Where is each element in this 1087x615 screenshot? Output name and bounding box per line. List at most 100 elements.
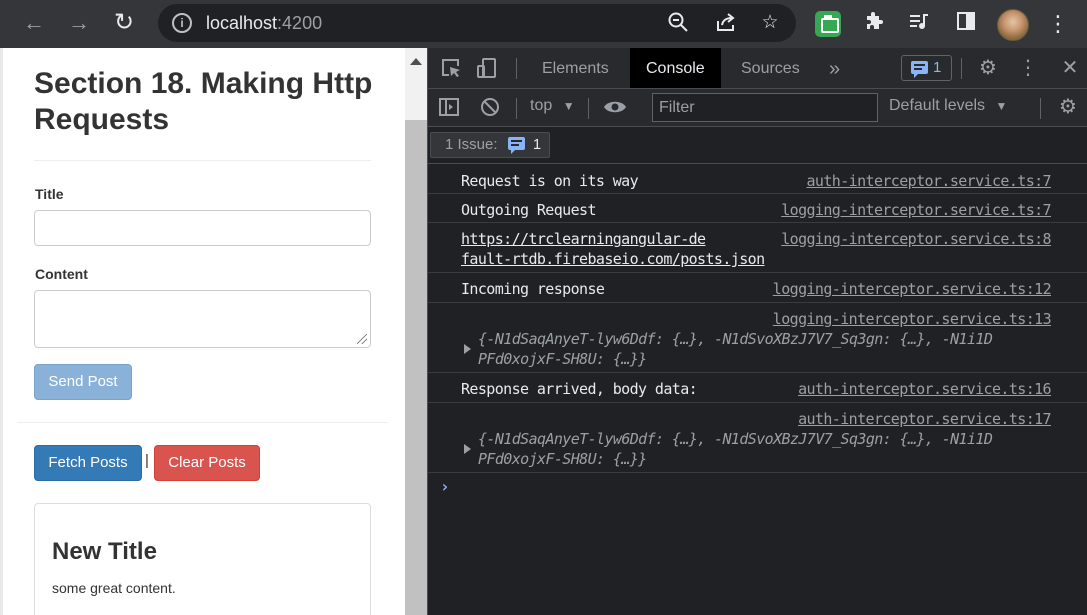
console-settings-gear-icon[interactable]: ⚙ <box>1056 95 1080 119</box>
divider <box>17 422 388 423</box>
issues-counter-button[interactable]: 1 <box>901 55 952 81</box>
live-expression-eye-icon[interactable] <box>601 96 629 120</box>
console-source-link[interactable]: logging-interceptor.service.ts:12 <box>773 279 1052 299</box>
console-prompt[interactable]: › <box>440 477 450 496</box>
reload-button[interactable]: ↻ <box>108 8 140 38</box>
context-value: top <box>530 97 553 114</box>
info-icon[interactable]: i <box>172 13 192 33</box>
close-devtools-icon[interactable]: ✕ <box>1058 56 1082 80</box>
page-title: Section 18. Making Http Requests <box>34 67 373 136</box>
issues-chip-count: 1 <box>532 136 542 153</box>
post-content: some great content. <box>52 580 176 596</box>
console-message: logging-interceptor.service.ts:13 {-N1dS… <box>428 303 1087 373</box>
console-object-preview[interactable]: {-N1dSaqAnyeT-lyw6Ddf: {…}, -N1dSvoXBzJ7… <box>478 329 993 349</box>
content-label: Content <box>35 266 88 282</box>
inspect-element-icon[interactable] <box>439 57 463 81</box>
share-icon[interactable] <box>714 11 738 35</box>
console-message: Outgoing Request logging-interceptor.ser… <box>428 194 1087 223</box>
arrow-right-icon: → <box>68 10 90 35</box>
console-url-link[interactable]: fault-rtdb.firebaseio.com/posts.json <box>461 249 765 269</box>
web-page: Section 18. Making Http Requests Title C… <box>0 48 405 615</box>
console-message: Incoming response logging-interceptor.se… <box>428 273 1087 303</box>
send-post-button[interactable]: Send Post <box>34 364 132 400</box>
url-text[interactable]: localhost:4200 <box>206 13 322 34</box>
page-edge <box>0 48 3 615</box>
kebab-menu-icon[interactable]: ⋮ <box>1044 10 1072 38</box>
settings-gear-icon[interactable]: ⚙ <box>976 56 1000 80</box>
console-url-link[interactable]: https://trclearningangular-de <box>461 229 706 249</box>
console-object-preview[interactable]: PFd0xojxF-SH8U: {…}} <box>478 449 647 469</box>
side-panel-icon[interactable] <box>952 10 980 38</box>
print-extension-icon[interactable] <box>815 11 841 37</box>
reload-icon: ↻ <box>113 9 135 36</box>
expand-caret-icon[interactable] <box>464 444 471 454</box>
puzzle-icon[interactable] <box>860 10 888 38</box>
console-object-preview[interactable]: {-N1dSaqAnyeT-lyw6Ddf: {…}, -N1dSvoXBzJ7… <box>478 429 993 449</box>
device-toolbar-icon[interactable] <box>475 57 499 81</box>
console-message: Response arrived, body data: auth-interc… <box>428 373 1087 403</box>
resize-grip-icon[interactable] <box>357 334 367 344</box>
console-message-text: Incoming response <box>461 280 605 298</box>
toolbar-separator <box>1040 98 1041 119</box>
log-levels-dropdown[interactable]: Default levels ▼ <box>889 97 1007 115</box>
fetch-posts-button[interactable]: Fetch Posts <box>34 445 142 481</box>
message-icon <box>507 137 525 154</box>
issues-count: 1 <box>933 59 942 76</box>
console-filter-input[interactable]: Filter <box>652 93 878 122</box>
clear-posts-button[interactable]: Clear Posts <box>154 445 260 481</box>
content-textarea[interactable] <box>34 290 371 348</box>
url-port: :4200 <box>277 13 323 33</box>
console-message-text: Outgoing Request <box>461 201 597 219</box>
issues-bar: 1 Issue: 1 <box>428 127 1087 164</box>
console-source-link[interactable]: logging-interceptor.service.ts:13 <box>773 309 1052 329</box>
console-message-text: Request is on its way <box>461 172 639 190</box>
clear-console-icon[interactable] <box>478 96 502 120</box>
url-host: localhost <box>206 13 278 33</box>
issues-link[interactable]: 1 Issue: 1 <box>430 132 550 158</box>
message-icon <box>911 61 928 78</box>
divider <box>34 160 371 161</box>
back-button[interactable]: ← <box>18 8 50 38</box>
console-message-text: Response arrived, body data: <box>461 380 698 398</box>
tab-console[interactable]: Console <box>630 48 721 88</box>
tabbar-separator <box>961 58 962 79</box>
tab-elements[interactable]: Elements <box>526 48 625 88</box>
console-message: Request is on its way auth-interceptor.s… <box>428 165 1087 194</box>
dropdown-arrow-icon: ▼ <box>562 99 575 113</box>
title-input[interactable] <box>34 210 371 246</box>
console-toolbar: top ▼ Filter Default levels ▼ ⚙ <box>428 89 1087 127</box>
title-label: Title <box>35 186 64 202</box>
console-source-link[interactable]: auth-interceptor.service.ts:17 <box>798 409 1052 429</box>
zoom-out-icon[interactable] <box>666 11 690 35</box>
scrollbar-thumb[interactable] <box>405 120 427 615</box>
tab-sources[interactable]: Sources <box>725 48 816 88</box>
browser-toolbar: ← → ↻ i localhost:4200 ☆ ⋮ <box>0 0 1087 48</box>
console-source-link[interactable]: auth-interceptor.service.ts:7 <box>807 171 1052 191</box>
more-tabs-button[interactable]: » <box>813 48 856 88</box>
show-sidebar-icon[interactable] <box>437 96 461 120</box>
console-source-link[interactable]: logging-interceptor.service.ts:8 <box>781 229 1051 249</box>
context-selector[interactable]: top ▼ <box>530 97 575 115</box>
toolbar-separator <box>588 98 589 119</box>
log-levels-label: Default levels <box>889 97 986 114</box>
address-bar[interactable]: i localhost:4200 ☆ <box>158 4 796 42</box>
dropdown-arrow-icon: ▼ <box>995 99 1008 113</box>
console-output: Request is on its way auth-interceptor.s… <box>428 165 1087 615</box>
forward-button[interactable]: → <box>63 8 95 38</box>
more-options-icon[interactable]: ⋮ <box>1016 56 1040 80</box>
devtools-panel: Elements Console Sources » 1 ⚙ ⋮ ✕ top ▼… <box>427 48 1087 615</box>
expand-caret-icon[interactable] <box>464 344 471 354</box>
star-icon[interactable]: ☆ <box>758 11 782 35</box>
tabbar-separator <box>516 58 517 79</box>
console-object-preview[interactable]: PFd0xojxF-SH8U: {…}} <box>478 349 647 369</box>
console-source-link[interactable]: logging-interceptor.service.ts:7 <box>781 200 1051 220</box>
page-scrollbar[interactable] <box>405 48 427 615</box>
devtools-tabbar: Elements Console Sources » 1 ⚙ ⋮ ✕ <box>428 48 1087 89</box>
toolbar-separator <box>516 98 517 119</box>
scroll-up-arrow-icon[interactable] <box>410 58 422 65</box>
console-source-link[interactable]: auth-interceptor.service.ts:16 <box>798 379 1052 399</box>
media-queue-icon[interactable] <box>905 10 933 38</box>
button-separator: | <box>145 452 149 469</box>
profile-avatar[interactable] <box>997 9 1029 41</box>
issues-label: 1 Issue: <box>445 136 498 153</box>
